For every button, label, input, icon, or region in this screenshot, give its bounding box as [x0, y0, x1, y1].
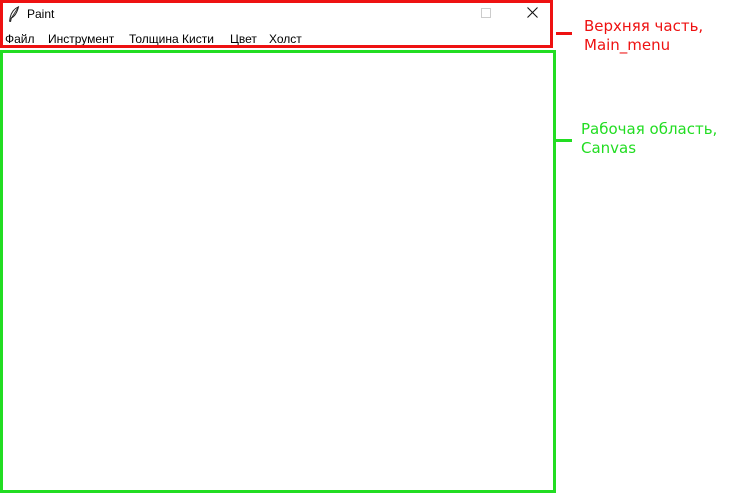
canvas-annotation: Рабочая область, Canvas: [581, 120, 717, 158]
title-bar[interactable]: Paint: [0, 0, 556, 28]
drawing-canvas[interactable]: [0, 50, 556, 493]
canvas-annotation-line1: Рабочая область,: [581, 120, 718, 138]
main-menu: Файл Инструмент Толщина Кисти Цвет Холст: [0, 28, 556, 48]
menu-canvas[interactable]: Холст: [269, 32, 302, 46]
maximize-button[interactable]: [463, 0, 509, 28]
menu-color[interactable]: Цвет: [230, 32, 257, 46]
menu-brush-size[interactable]: Толщина Кисти: [129, 32, 214, 46]
window-title: Paint: [27, 7, 55, 21]
canvas-annotation-line2: Canvas: [581, 139, 637, 157]
close-icon: [526, 5, 538, 23]
canvas-callout-line: [556, 139, 572, 142]
close-button[interactable]: [509, 0, 555, 28]
feather-icon: [8, 5, 20, 22]
minimize-button[interactable]: [417, 0, 463, 28]
menu-file[interactable]: Файл: [5, 32, 35, 46]
main-menu-annotation: Верхняя часть, Main_menu: [584, 17, 703, 55]
main-menu-annotation-line2: Main_menu: [584, 36, 671, 54]
screenshot-stage: Paint Файл Инструмент Толщина Кисти Цвет…: [0, 0, 743, 493]
minimize-icon: [435, 5, 445, 23]
main-menu-callout-line: [556, 32, 572, 35]
main-menu-annotation-line1: Верхняя часть,: [584, 17, 704, 35]
paint-window: Paint Файл Инструмент Толщина Кисти Цвет…: [0, 0, 556, 493]
maximize-icon: [481, 5, 491, 23]
menu-tool[interactable]: Инструмент: [48, 32, 114, 46]
